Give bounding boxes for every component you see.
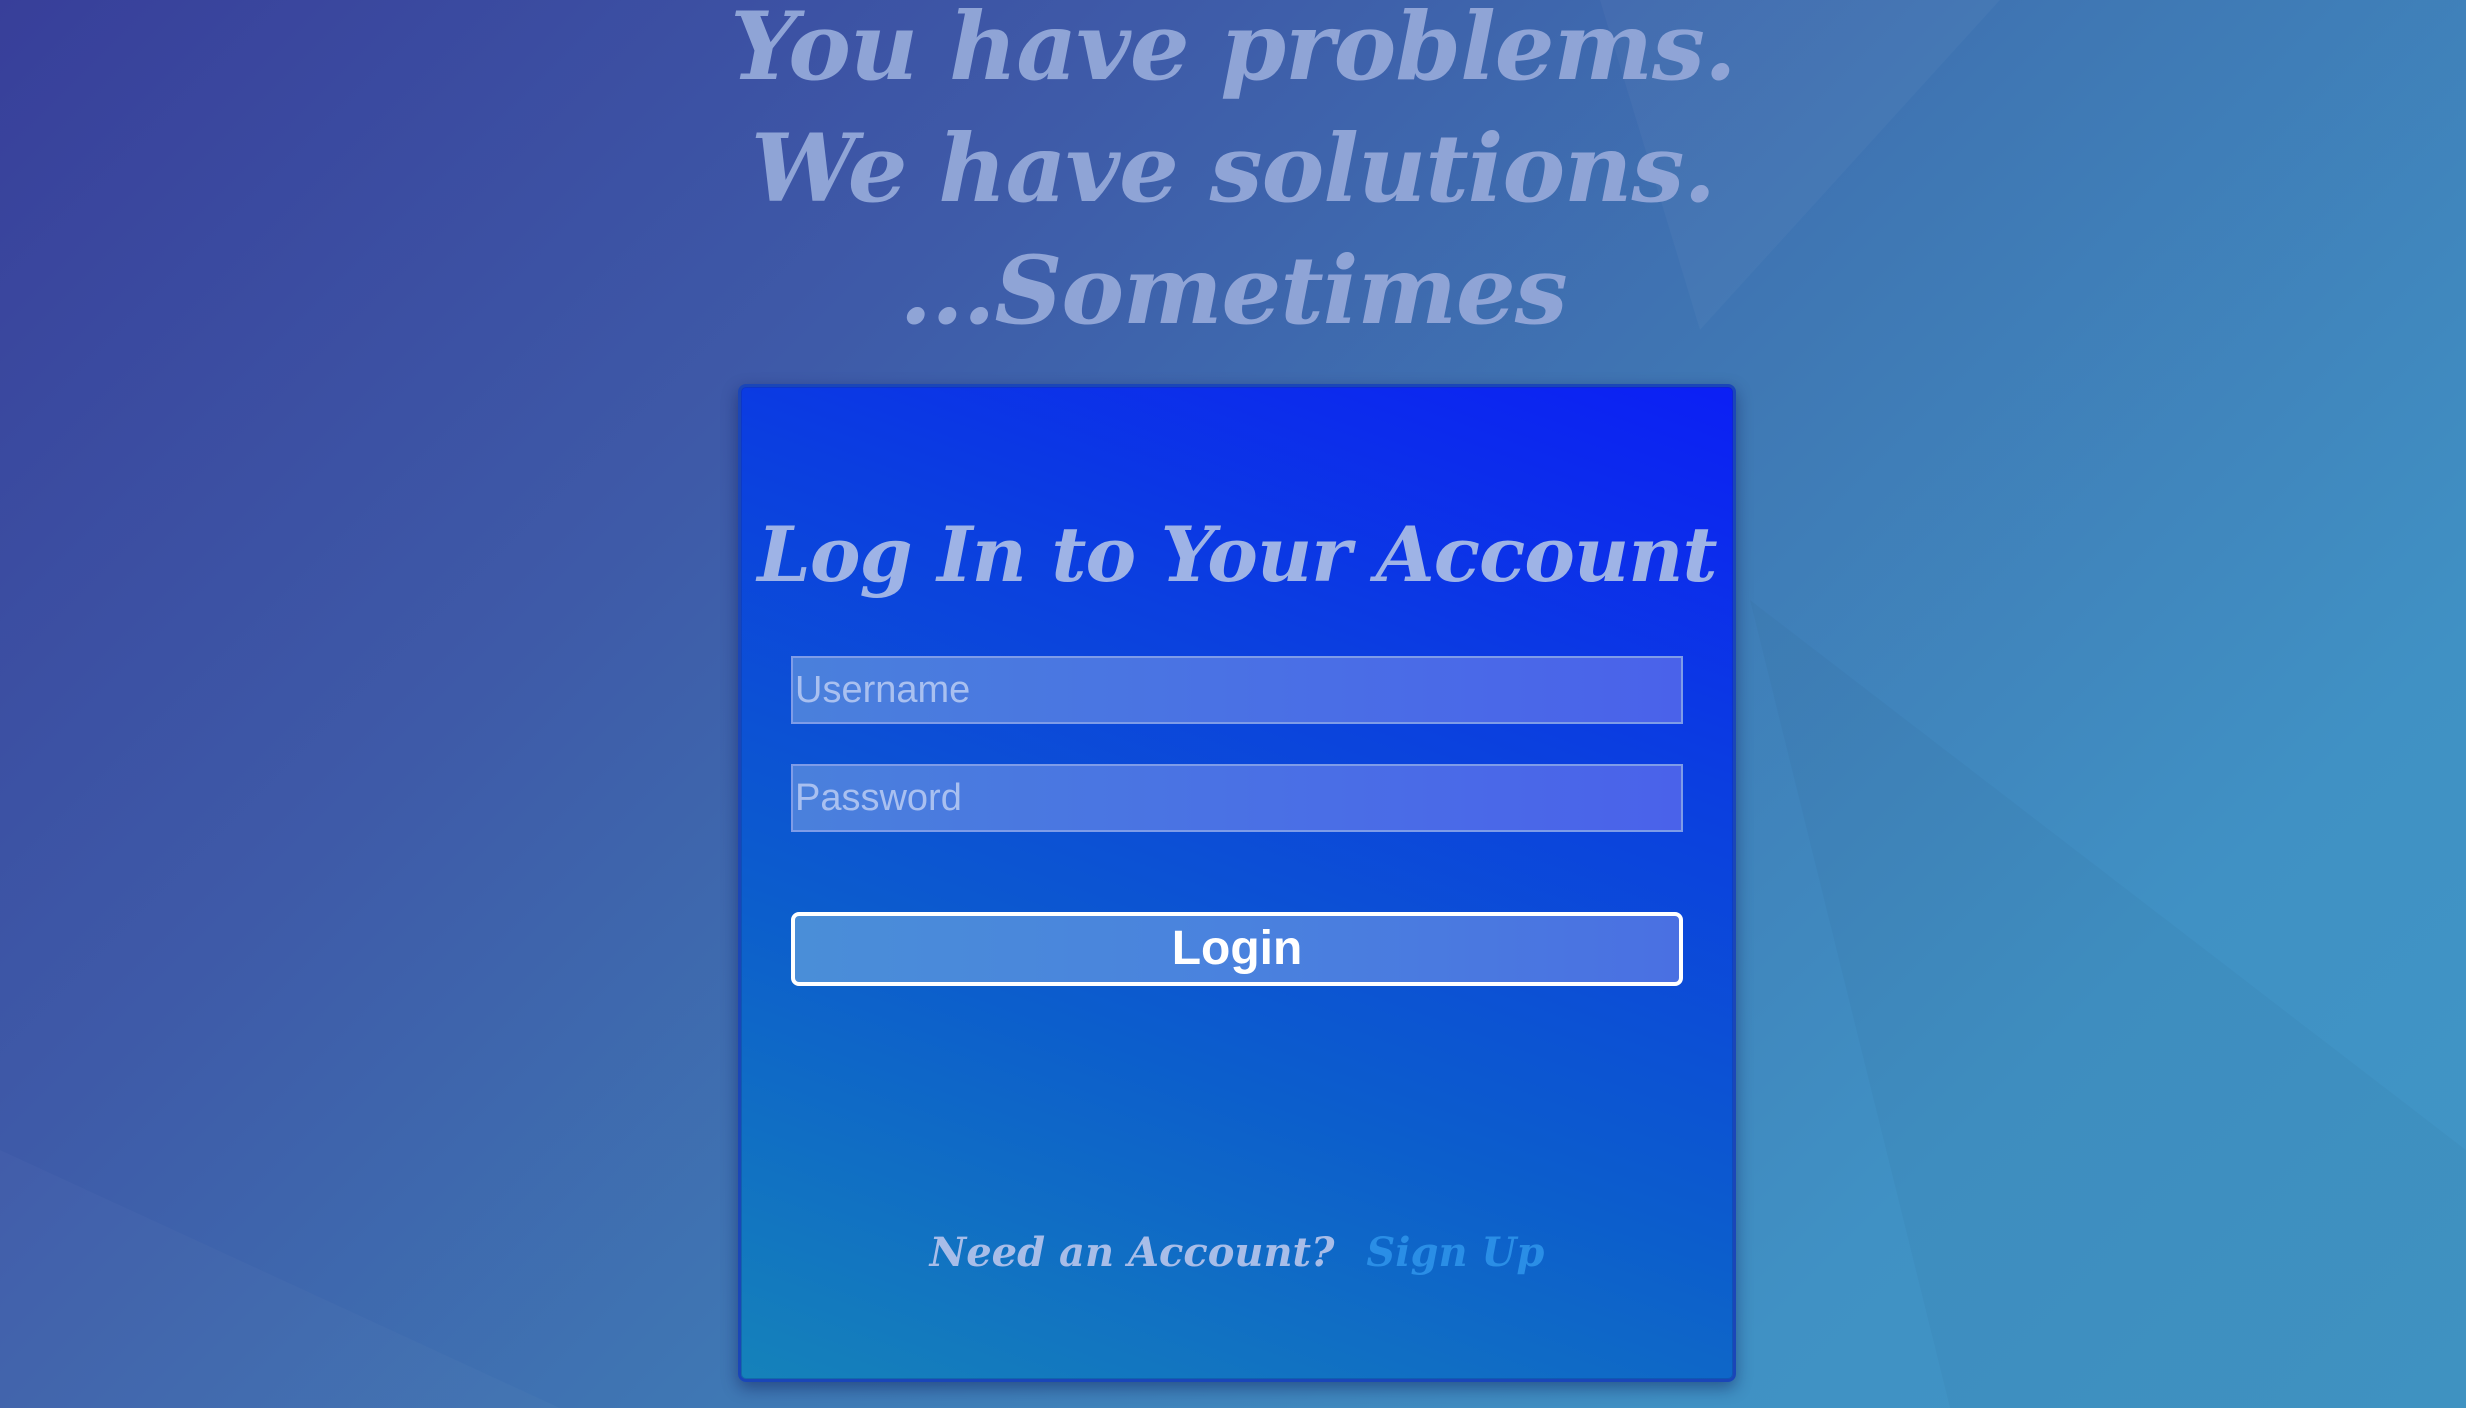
signup-row: Need an Account? Sign Up [741,1225,1733,1281]
login-title: Log In to Your Account [757,510,1717,599]
login-page: { "tagline": { "line1": "You have proble… [0,0,2466,1408]
username-input[interactable] [791,656,1683,724]
hero-tagline: You have problems. We have solutions. ..… [0,0,2466,352]
login-button[interactable]: Login [791,912,1683,986]
signup-link[interactable]: Sign Up [1366,1229,1544,1276]
signup-prompt: Need an Account? [929,1229,1335,1276]
tagline-line-3: ...Sometimes [899,236,1567,346]
tagline-line-1: You have problems. [730,0,1736,102]
tagline-line-2: We have solutions. [750,114,1716,224]
login-card: Log In to Your Account Login Need an Acc… [738,384,1736,1382]
password-input[interactable] [791,764,1683,832]
